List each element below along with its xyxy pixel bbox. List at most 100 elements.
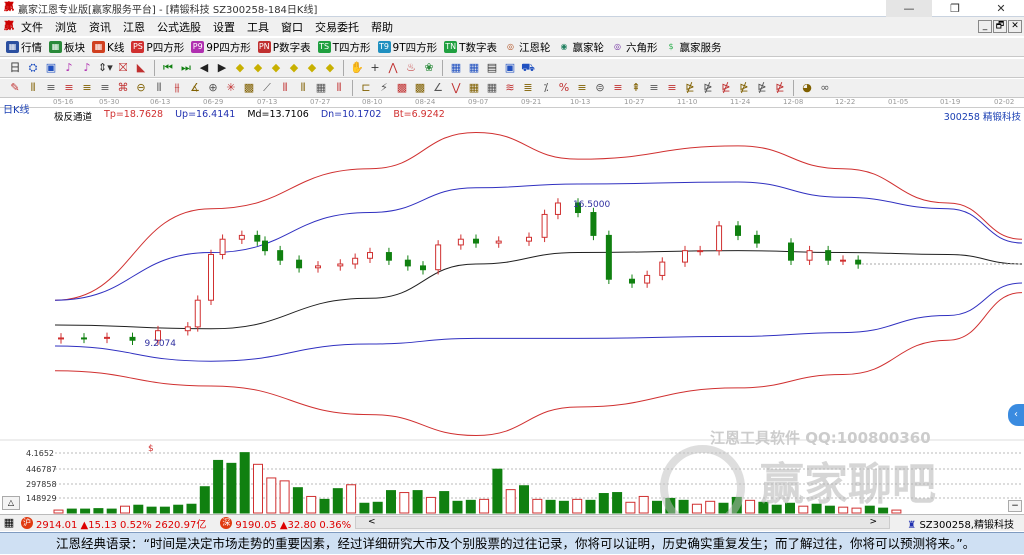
close-button[interactable]: ✕ xyxy=(978,0,1024,17)
drawing-tool-icon[interactable]: ≣ xyxy=(521,81,535,95)
drawing-tool-icon[interactable]: ∡ xyxy=(188,81,202,95)
tool-icon[interactable]: 日▾ xyxy=(8,61,22,88)
drawing-tool-icon[interactable]: ⊜ xyxy=(593,81,607,95)
drawing-tool-icon[interactable]: ⋭ xyxy=(719,81,733,95)
toolbar-button[interactable]: P9 9P四方形 xyxy=(191,40,251,55)
toolbar-button[interactable]: PS P四方形 xyxy=(131,40,184,55)
toolbar-button[interactable]: TN T数字表 xyxy=(444,40,497,55)
drawing-tool-icon[interactable]: ⇞ xyxy=(629,81,643,95)
calculator-icon[interactable]: ▦ xyxy=(2,516,16,530)
toolbar-button[interactable]: PN P数字表 xyxy=(257,40,311,55)
menu-item[interactable]: 设置 xyxy=(213,19,235,35)
drawing-tool-icon[interactable]: ⟋ xyxy=(260,81,274,95)
period-label[interactable]: 日K线 xyxy=(3,101,30,116)
side-panel-toggle[interactable]: ‹ xyxy=(1008,404,1024,426)
mdi-button-2[interactable]: ✕ xyxy=(1008,20,1022,33)
tool-icon[interactable]: ◆ xyxy=(233,61,247,75)
tool-icon[interactable]: + xyxy=(368,61,382,75)
drawing-tool-icon[interactable]: ⫴ xyxy=(26,81,40,95)
tool-icon[interactable]: ▣ xyxy=(503,61,517,75)
tool-icon[interactable]: ◆ xyxy=(323,61,337,75)
tool-icon[interactable]: ◣ xyxy=(134,61,148,75)
toolbar-button[interactable]: ◎ 江恩轮 xyxy=(504,40,551,55)
drawing-tool-icon[interactable]: ✳ xyxy=(224,81,238,95)
drawing-tool-icon[interactable]: ⫴ xyxy=(332,81,346,95)
drawing-tool-icon[interactable]: ⫴ xyxy=(152,81,166,95)
drawing-tool-icon[interactable]: ≡ xyxy=(62,81,76,95)
shanghai-index[interactable]: 2914.01 ▲15.13 0.52% 2620.97亿 xyxy=(36,516,206,531)
toolbar-button[interactable]: ◉ 赢家轮 xyxy=(558,40,605,55)
tool-icon[interactable]: ⏮ xyxy=(161,61,175,75)
drawing-tool-icon[interactable]: ✎ xyxy=(8,81,22,95)
drawing-tool-icon[interactable]: ▩ xyxy=(242,81,256,95)
toolbar-button[interactable]: ▦ 行情 xyxy=(6,40,42,55)
mdi-button-0[interactable]: _ xyxy=(978,20,992,33)
drawing-tool-icon[interactable]: ⋭ xyxy=(683,81,697,95)
menu-item[interactable]: 公式选股 xyxy=(157,19,201,35)
tool-icon[interactable]: ⋀ xyxy=(386,61,400,75)
menu-item[interactable]: 帮助 xyxy=(371,19,393,35)
drawing-tool-icon[interactable]: ▦ xyxy=(467,81,481,95)
drawing-tool-icon[interactable]: ⁒ xyxy=(539,81,553,95)
drawing-tool-icon[interactable]: ⌘ xyxy=(116,81,130,95)
minimize-button[interactable]: — xyxy=(886,0,932,17)
menu-item[interactable]: 工具 xyxy=(247,19,269,35)
tool-icon[interactable]: ⛝ xyxy=(116,61,130,75)
drawing-tool-icon[interactable]: ∞ xyxy=(818,81,832,95)
tool-icon[interactable]: ♪ xyxy=(80,61,94,75)
maximize-button[interactable]: ❐ xyxy=(932,0,978,17)
drawing-tool-icon[interactable]: ≡ xyxy=(80,81,94,95)
toolbar-button[interactable]: ◎ 六角形 xyxy=(611,40,658,55)
menu-item[interactable]: 江恩 xyxy=(123,19,145,35)
tool-icon[interactable]: ◆ xyxy=(287,61,301,75)
menu-item[interactable]: 窗口 xyxy=(281,19,303,35)
toolbar-button[interactable]: ▦ 板块 xyxy=(49,40,85,55)
tool-icon[interactable]: ⛟ xyxy=(521,61,535,75)
tool-icon[interactable]: ⇕▾ xyxy=(98,61,113,75)
drawing-tool-icon[interactable]: ⫵ xyxy=(170,81,184,95)
drawing-tool-icon[interactable]: ⫴ xyxy=(296,81,310,95)
tool-icon[interactable]: ◆ xyxy=(269,61,283,75)
drawing-tool-icon[interactable]: ⋁ xyxy=(449,81,463,95)
tool-icon[interactable]: ▦ xyxy=(449,61,463,75)
drawing-tool-icon[interactable]: % xyxy=(557,81,571,95)
scroll-right-button[interactable]: > xyxy=(869,517,877,527)
tool-icon[interactable]: ❀ xyxy=(422,61,436,75)
drawing-tool-icon[interactable]: ⋭ xyxy=(773,81,787,95)
drawing-tool-icon[interactable]: ▩ xyxy=(395,81,409,95)
tool-icon[interactable]: ◆ xyxy=(305,61,319,75)
drawing-tool-icon[interactable]: ▩ xyxy=(413,81,427,95)
tool-icon[interactable]: ▦ xyxy=(467,61,481,75)
toolbar-button[interactable]: $ 赢家服务 xyxy=(665,40,722,55)
tool-icon[interactable]: ⛭ xyxy=(26,61,40,75)
drawing-tool-icon[interactable]: ≡ xyxy=(575,81,589,95)
drawing-tool-icon[interactable]: ⚡ xyxy=(377,81,391,95)
drawing-tool-icon[interactable]: ◕ xyxy=(800,81,814,95)
drawing-tool-icon[interactable]: ∠ xyxy=(431,81,445,95)
drawing-tool-icon[interactable]: ⊕ xyxy=(206,81,220,95)
menu-item[interactable]: 资讯 xyxy=(89,19,111,35)
tool-icon[interactable]: ◆ xyxy=(251,61,265,75)
menu-item[interactable]: 交易委托 xyxy=(315,19,359,35)
drawing-tool-icon[interactable]: ⋭ xyxy=(701,81,715,95)
drawing-tool-icon[interactable]: ▦ xyxy=(314,81,328,95)
tool-icon[interactable]: ▣ xyxy=(44,61,58,75)
drawing-tool-icon[interactable]: ⋭ xyxy=(755,81,769,95)
expand-button[interactable]: △ xyxy=(2,496,20,510)
drawing-tool-icon[interactable]: ≡ xyxy=(647,81,661,95)
drawing-tool-icon[interactable]: ≡ xyxy=(665,81,679,95)
tool-icon[interactable]: ⏭ xyxy=(179,61,193,75)
drawing-tool-icon[interactable]: ⫴ xyxy=(278,81,292,95)
mdi-button-1[interactable]: 🗗 xyxy=(993,20,1007,33)
toolbar-button[interactable]: ▦ K线 xyxy=(92,40,124,55)
toolbar-button[interactable]: TS T四方形 xyxy=(317,40,371,55)
toolbar-button[interactable]: T9 9T四方形 xyxy=(377,40,437,55)
drawing-tool-icon[interactable]: ≡ xyxy=(98,81,112,95)
menu-item[interactable]: 浏览 xyxy=(55,19,77,35)
tool-icon[interactable]: ▤ xyxy=(485,61,499,75)
drawing-tool-icon[interactable]: ⊖ xyxy=(134,81,148,95)
tool-icon[interactable]: ▶ xyxy=(215,61,229,75)
scroll-left-button[interactable]: < xyxy=(368,517,376,527)
menu-item[interactable]: 文件 xyxy=(21,19,43,35)
drawing-tool-icon[interactable]: ≡ xyxy=(44,81,58,95)
